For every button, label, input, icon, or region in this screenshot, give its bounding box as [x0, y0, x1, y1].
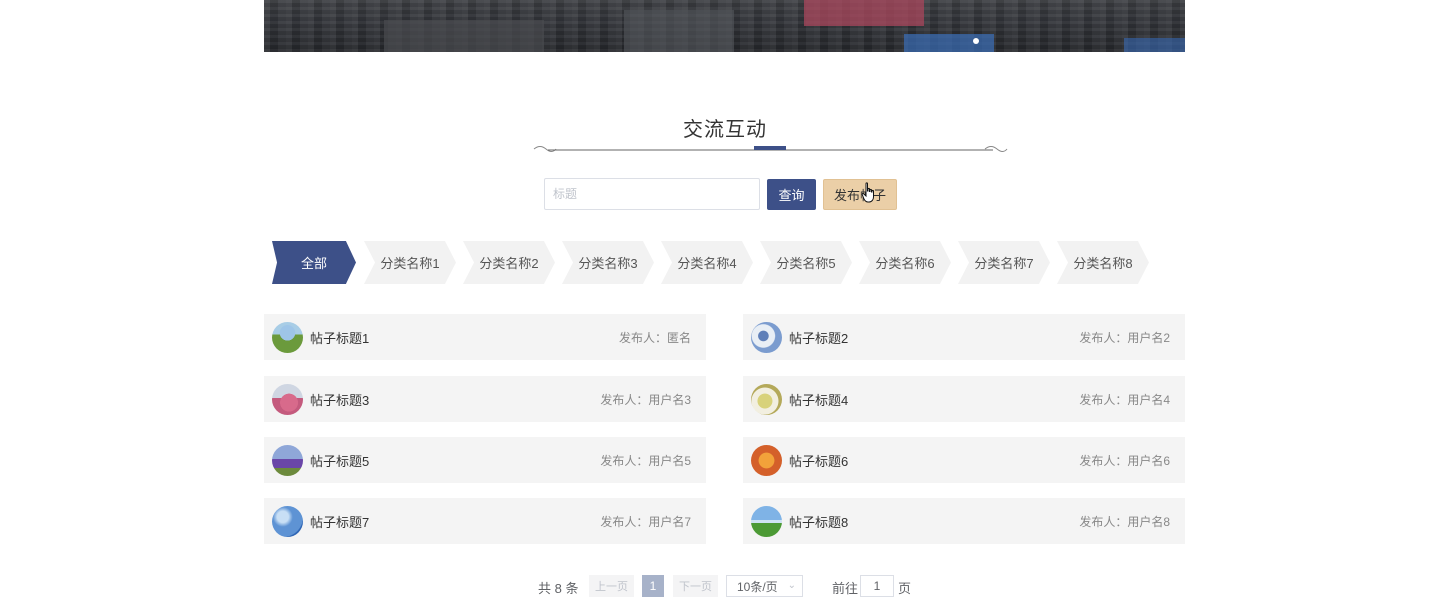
carousel-indicator-dot[interactable]	[973, 38, 979, 44]
tab-category-2[interactable]: 分类名称2	[463, 241, 555, 284]
post-title[interactable]: 帖子标题4	[789, 390, 848, 409]
post-thumbnail	[751, 321, 782, 353]
page-unit-label: 页	[898, 581, 912, 596]
pagination-total: 共 8 条	[538, 581, 579, 596]
hand-cursor-icon	[861, 182, 874, 203]
next-page-button[interactable]: 下一页	[673, 575, 718, 597]
post-item[interactable]: 帖子标题8 发布人：用户名8	[743, 498, 1185, 544]
post-thumbnail	[272, 321, 303, 353]
post-title[interactable]: 帖子标题6	[789, 451, 848, 470]
post-item[interactable]: 帖子标题4 发布人：用户名4	[743, 376, 1185, 422]
post-item[interactable]: 帖子标题6 发布人：用户名6	[743, 437, 1185, 483]
banner-carousel[interactable]	[264, 0, 1185, 52]
post-thumbnail	[272, 383, 303, 415]
tab-category-4[interactable]: 分类名称4	[661, 241, 753, 284]
post-item[interactable]: 帖子标题3 发布人：用户名3	[264, 376, 706, 422]
prev-page-button[interactable]: 上一页	[589, 575, 634, 597]
tab-category-8[interactable]: 分类名称8	[1057, 241, 1149, 284]
post-item[interactable]: 帖子标题5 发布人：用户名5	[264, 437, 706, 483]
post-item[interactable]: 帖子标题1 发布人：匿名	[264, 314, 706, 360]
tab-category-7[interactable]: 分类名称7	[958, 241, 1050, 284]
page-size-value: 10条/页	[737, 579, 778, 594]
post-thumbnail	[751, 383, 782, 415]
tab-category-3[interactable]: 分类名称3	[562, 241, 654, 284]
post-title[interactable]: 帖子标题3	[310, 390, 369, 409]
post-author: 发布人：用户名7	[600, 514, 691, 529]
tab-all[interactable]: 全部	[272, 241, 356, 284]
goto-page-input[interactable]	[860, 575, 894, 597]
post-thumbnail	[751, 505, 782, 537]
post-author: 发布人：用户名6	[1079, 453, 1170, 468]
post-author: 发布人：用户名2	[1079, 330, 1170, 345]
post-title[interactable]: 帖子标题1	[310, 328, 369, 347]
post-author: 发布人：用户名5	[600, 453, 691, 468]
search-input[interactable]	[544, 178, 760, 210]
query-button[interactable]: 查询	[767, 179, 816, 210]
post-button[interactable]: 发布帖子	[823, 179, 897, 210]
post-title[interactable]: 帖子标题5	[310, 451, 369, 470]
post-author: 发布人：用户名3	[600, 392, 691, 407]
pagination: 共 8 条 上一页 1 下一页 10条/页 ⌄ 前往 页	[0, 575, 1450, 597]
post-thumbnail	[272, 505, 303, 537]
post-thumbnail	[751, 444, 782, 476]
post-thumbnail	[272, 444, 303, 476]
section-title: 交流互动	[683, 119, 767, 141]
post-title[interactable]: 帖子标题2	[789, 328, 848, 347]
chevron-down-icon: ⌄	[787, 580, 796, 591]
page-number-1[interactable]: 1	[642, 575, 664, 597]
post-item[interactable]: 帖子标题7 发布人：用户名7	[264, 498, 706, 544]
title-decoration	[533, 146, 1008, 152]
tab-category-5[interactable]: 分类名称5	[760, 241, 852, 284]
tab-category-6[interactable]: 分类名称6	[859, 241, 951, 284]
post-title[interactable]: 帖子标题7	[310, 512, 369, 531]
post-author: 发布人：匿名	[618, 330, 691, 345]
post-item[interactable]: 帖子标题2 发布人：用户名2	[743, 314, 1185, 360]
post-author: 发布人：用户名4	[1079, 392, 1170, 407]
tab-category-1[interactable]: 分类名称1	[364, 241, 456, 284]
goto-label: 前往	[832, 581, 859, 596]
post-author: 发布人：用户名8	[1079, 514, 1170, 529]
post-title[interactable]: 帖子标题8	[789, 512, 848, 531]
page-size-select[interactable]: 10条/页 ⌄	[726, 575, 803, 597]
